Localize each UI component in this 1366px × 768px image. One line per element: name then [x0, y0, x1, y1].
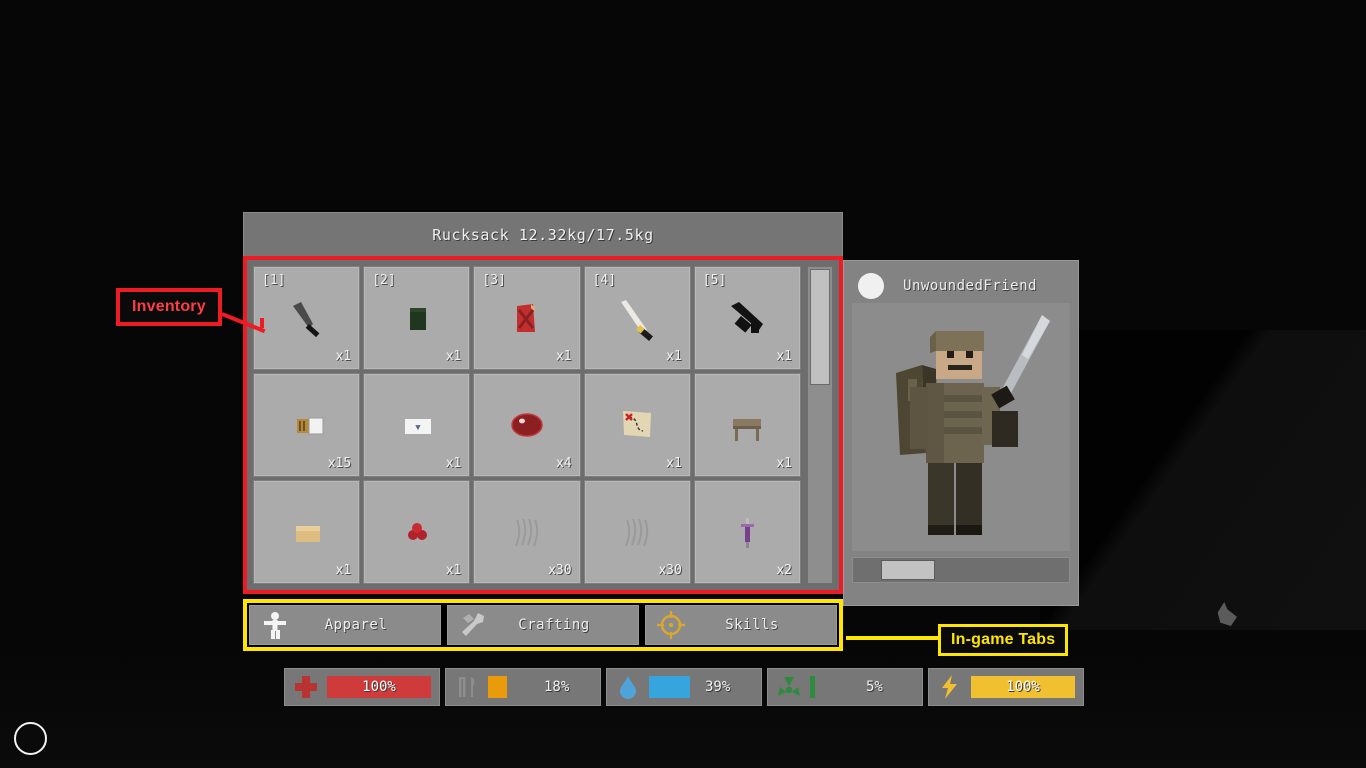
slider-knob[interactable] — [881, 560, 935, 580]
status-bar-track: 100% — [327, 676, 431, 698]
scrollbar-thumb[interactable] — [810, 269, 830, 385]
crosshair-icon — [657, 611, 685, 639]
tab-apparel[interactable]: Apparel — [249, 605, 441, 645]
inventory-highlight-box: [1] x1 [2] x1 [3] x1 [4] x1 [5] x1 x15 ▼ x1 x4 x1 x1 x1 x… — [243, 256, 843, 594]
circle-crosshair-icon — [14, 722, 47, 755]
status-radiation: 5% — [767, 668, 923, 706]
tab-label: Apparel — [324, 617, 388, 633]
character-model-viewport[interactable] — [852, 303, 1070, 551]
slot-quantity: x1 — [445, 349, 462, 364]
slot-quantity: x2 — [776, 563, 792, 578]
inventory-slot[interactable]: [4] x1 — [583, 266, 691, 370]
status-bar-row: 100% 18% 39% 5% 100% — [284, 668, 1084, 706]
tab-label: Crafting — [518, 617, 590, 633]
inventory-slot[interactable]: x4 — [473, 373, 581, 477]
status-bar-track: 100% — [971, 676, 1075, 698]
avatar — [858, 273, 884, 299]
annotation-in-game-tabs: In-game Tabs — [938, 624, 1069, 656]
background-floor — [0, 648, 1366, 768]
inventory-slot[interactable]: [3] x1 — [473, 266, 581, 370]
game-screen: Rucksack 12.32kg/17.5kg [1] x1 [2] x1 [3] x1[… — [0, 0, 1366, 768]
slot-quantity: x15 — [327, 456, 352, 471]
wrench-icon — [462, 613, 484, 636]
slot-hotkey: [2] — [372, 273, 396, 288]
inventory-slot[interactable]: x2 — [693, 480, 801, 584]
slot-quantity: x1 — [666, 349, 682, 364]
medical-cross-icon — [295, 676, 317, 698]
slot-hotkey: [1] — [262, 273, 286, 288]
person-icon — [264, 612, 286, 639]
status-food: 18% — [445, 668, 601, 706]
rucksack-title-bar: Rucksack 12.32kg/17.5kg — [243, 212, 843, 256]
annotation-line-tabs — [846, 636, 942, 640]
slot-quantity: x1 — [445, 456, 462, 471]
in-game-tabs-bar: Apparel Crafting Skills — [243, 599, 843, 651]
inventory-window: Rucksack 12.32kg/17.5kg [1] x1 [2] x1 [3] x1[… — [243, 212, 843, 651]
inventory-slot[interactable]: x30 — [583, 480, 691, 584]
inventory-slot[interactable]: x1 — [583, 373, 691, 477]
inventory-grid[interactable]: [1] x1 [2] x1 [3] x1 [4] x1 [5] x1 x15 ▼ x1 x4 x1 x1 x1 x… — [250, 263, 804, 587]
player-name: UnwoundedFriend — [903, 278, 1037, 294]
character-zoom-slider[interactable] — [852, 557, 1070, 583]
inventory-slot[interactable]: x15 — [253, 373, 361, 477]
status-value: 100% — [1006, 679, 1040, 695]
character-model — [896, 315, 1050, 535]
background-terrain-gradient — [1040, 330, 1366, 630]
slot-quantity: x4 — [555, 456, 572, 471]
water-drop-icon — [620, 676, 636, 699]
status-water: 39% — [606, 668, 762, 706]
lightning-icon — [942, 675, 957, 699]
status-value: 39% — [705, 679, 731, 695]
inventory-slot[interactable]: ▼ x1 — [363, 373, 471, 477]
inventory-slot[interactable]: [1] x1 — [253, 266, 361, 370]
slot-quantity: x1 — [776, 349, 792, 364]
inventory-slot[interactable]: x1 — [363, 480, 471, 584]
slot-quantity: x30 — [658, 563, 682, 578]
status-bar-track: 5% — [810, 676, 914, 698]
svg-text:▼: ▼ — [415, 423, 421, 433]
slot-quantity: x1 — [335, 563, 352, 578]
status-value: 18% — [544, 679, 570, 695]
annotation-line-inventory-2 — [260, 318, 264, 328]
status-value: 100% — [362, 679, 396, 695]
character-header: UnwoundedFriend — [852, 269, 1070, 303]
tab-skills[interactable]: Skills — [645, 605, 837, 645]
slot-quantity: x1 — [445, 563, 462, 578]
status-value: 5% — [866, 679, 883, 695]
status-bar-track: 39% — [649, 676, 753, 698]
tab-crafting[interactable]: Crafting — [447, 605, 639, 645]
slot-quantity: x1 — [776, 456, 792, 471]
annotation-inventory: Inventory — [116, 288, 222, 326]
inventory-slot[interactable]: x30 — [473, 480, 581, 584]
slot-hotkey: [4] — [592, 273, 617, 288]
slot-quantity: x1 — [555, 349, 572, 364]
radiation-icon — [778, 677, 800, 696]
tab-label: Skills — [725, 617, 779, 633]
inventory-slot[interactable]: [2] x1 — [363, 266, 471, 370]
inventory-slot[interactable]: [5] x1 — [693, 266, 801, 370]
inventory-scrollbar[interactable] — [807, 266, 833, 584]
status-health: 100% — [284, 668, 440, 706]
utensils-icon — [459, 677, 475, 697]
slot-quantity: x1 — [335, 349, 352, 364]
slot-quantity: x1 — [666, 456, 682, 471]
status-stamina: 100% — [928, 668, 1084, 706]
inventory-slot[interactable]: x1 — [253, 480, 361, 584]
slot-hotkey: [5] — [702, 273, 727, 288]
slot-quantity: x30 — [548, 563, 572, 578]
character-panel: UnwoundedFriend — [843, 260, 1079, 606]
inventory-slot[interactable]: x1 — [693, 373, 801, 477]
status-bar-track: 18% — [488, 676, 592, 698]
slot-hotkey: [3] — [482, 273, 506, 288]
page-title: Rucksack 12.32kg/17.5kg — [432, 225, 654, 244]
